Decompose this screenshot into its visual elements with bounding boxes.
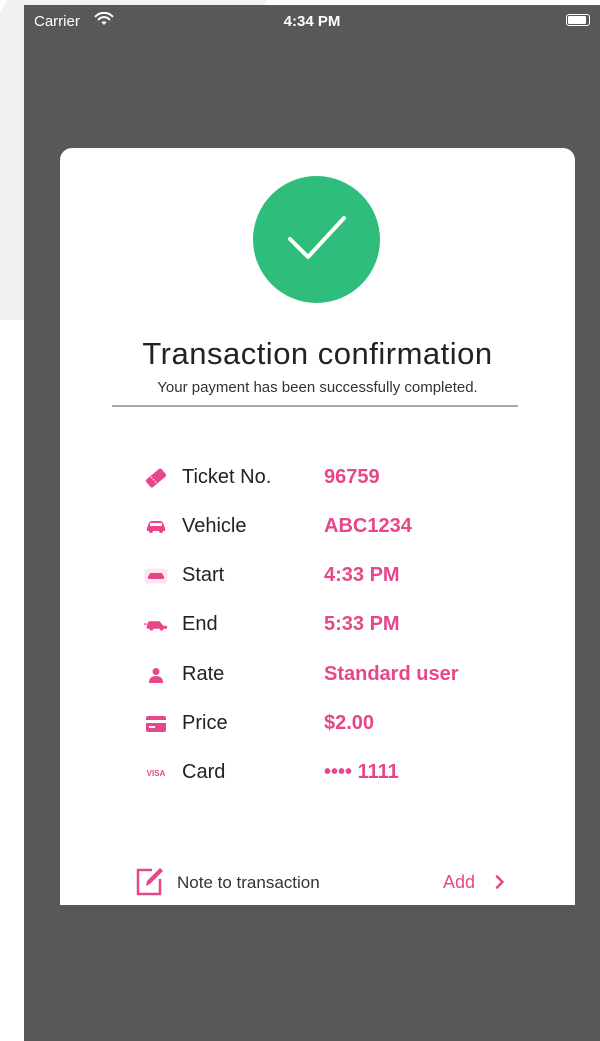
divider	[112, 405, 518, 407]
detail-label: Rate	[182, 663, 225, 685]
car-start-icon	[144, 565, 168, 587]
detail-value: 5:33 PM	[324, 613, 400, 635]
detail-value: ABC1234	[324, 515, 412, 537]
detail-label: Vehicle	[182, 515, 247, 537]
page-subtitle: Your payment has been successfully compl…	[157, 379, 478, 396]
detail-value: 4:33 PM	[324, 564, 400, 586]
detail-row-start: Start 4:33 PM	[60, 561, 575, 591]
phone-screen: Carrier 4:34 PM Transaction confirmation…	[24, 5, 600, 1041]
status-bar: Carrier 4:34 PM	[24, 5, 600, 41]
edit-note-icon	[136, 868, 163, 896]
chevron-right-icon[interactable]	[495, 875, 505, 889]
detail-label: Price	[182, 712, 228, 734]
user-icon	[144, 664, 168, 686]
detail-row-rate: Rate Standard user	[60, 660, 575, 690]
note-to-transaction-row[interactable]: Note to transaction Add	[136, 866, 576, 896]
status-time: 4:34 PM	[283, 13, 341, 30]
detail-value: •••• 1111	[324, 761, 399, 783]
battery-icon	[566, 14, 590, 26]
detail-row-end: End 5:33 PM	[60, 610, 575, 640]
success-badge	[253, 176, 380, 303]
car-icon	[144, 516, 168, 538]
detail-row-card: VISA Card •••• 1111	[60, 758, 575, 788]
detail-label: End	[182, 613, 218, 635]
note-label: Note to transaction	[177, 873, 320, 892]
detail-row-ticket: Ticket No. 96759	[60, 463, 575, 493]
detail-row-price: Price $2.00	[60, 709, 575, 739]
svg-text:VISA: VISA	[147, 769, 166, 778]
car-end-icon	[144, 614, 168, 636]
detail-label: Start	[182, 564, 225, 586]
checkmark-icon	[288, 216, 346, 259]
credit-card-icon	[144, 713, 168, 735]
detail-value: 96759	[324, 466, 380, 488]
detail-value: Standard user	[324, 663, 459, 685]
page-title: Transaction confirmation	[142, 336, 493, 371]
confirmation-card: Transaction confirmation Your payment ha…	[60, 148, 575, 905]
ticket-icon	[144, 467, 168, 489]
detail-value: $2.00	[324, 712, 375, 734]
visa-icon: VISA	[144, 762, 168, 784]
detail-label: Card	[182, 761, 226, 783]
detail-label: Ticket No.	[182, 466, 272, 488]
detail-row-vehicle: Vehicle ABC1234	[60, 512, 575, 542]
add-note-button[interactable]: Add	[443, 872, 475, 893]
